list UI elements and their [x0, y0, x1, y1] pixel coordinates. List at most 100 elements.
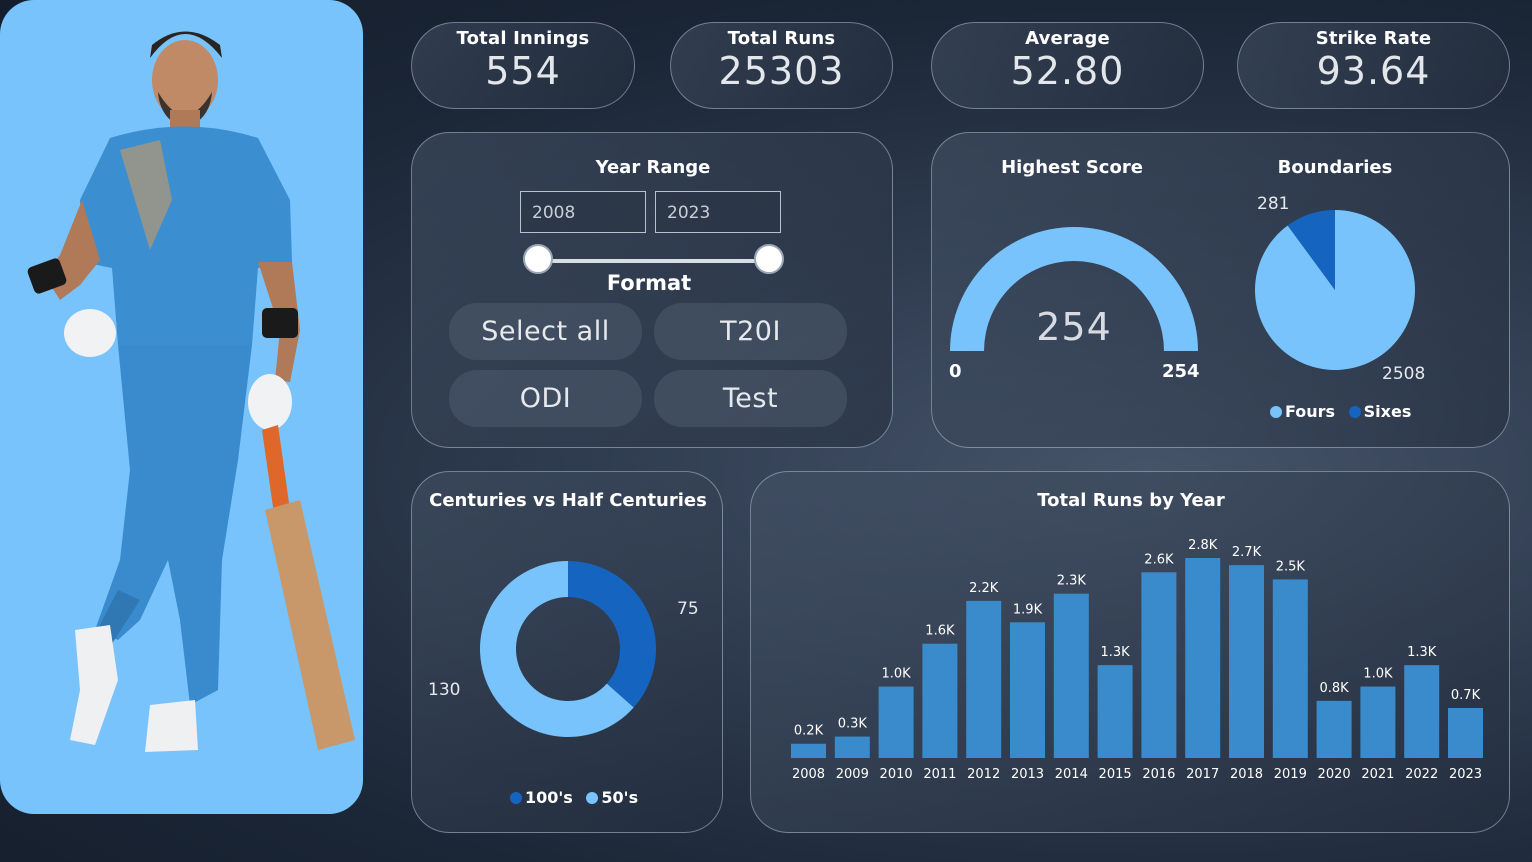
fours-legend-dot: [1270, 406, 1282, 418]
bar-data-label: 1.6K: [925, 624, 955, 639]
year-from-input[interactable]: 2008: [520, 191, 646, 233]
boundaries-legend: Fours Sixes: [1270, 402, 1419, 421]
player-photo-panel: [0, 0, 363, 814]
bar-data-label: 2.7K: [1232, 545, 1262, 560]
runs-by-year-panel: Total Runs by Year 0.2K 2008 0.3K 2009 1.0K 2…: [750, 471, 1510, 833]
filter-panel: Year Range 2008 2023 Format Select all T…: [411, 132, 893, 448]
kpi-value: 52.80: [1010, 49, 1125, 93]
bar-data-label: 0.2K: [794, 724, 824, 739]
bar-data-label: 0.3K: [838, 717, 868, 732]
bar-data-label: 0.7K: [1451, 688, 1481, 703]
x-tick-label: 2015: [1099, 767, 1132, 782]
fifties-legend-dot: [586, 792, 599, 804]
centuries-legend: 100's 50's: [510, 788, 646, 807]
bar-data-label: 2.2K: [969, 581, 999, 596]
x-tick-label: 2010: [880, 767, 913, 782]
x-tick-label: 2020: [1318, 767, 1351, 782]
bar-2010[interactable]: [878, 686, 914, 758]
hundreds-slice[interactable]: [568, 561, 656, 708]
bar-2015[interactable]: [1097, 665, 1133, 758]
kpi-label: Strike Rate: [1315, 28, 1432, 49]
x-tick-label: 2012: [967, 767, 1000, 782]
bar-data-label: 1.9K: [1013, 602, 1043, 617]
bar-2008[interactable]: [791, 743, 826, 758]
bar-2019[interactable]: [1272, 579, 1308, 758]
format-t20i-button[interactable]: T20I: [654, 303, 847, 360]
kpi-label: Total Innings: [456, 28, 590, 49]
bar-2023[interactable]: [1448, 708, 1483, 758]
bar-2011[interactable]: [922, 643, 958, 758]
x-tick-label: 2014: [1055, 767, 1088, 782]
bar-2009[interactable]: [834, 736, 870, 758]
bar-2012[interactable]: [966, 600, 1002, 758]
score-boundaries-panel: Highest Score 254 0 254 Boundaries 281 2…: [931, 132, 1510, 448]
kpi-strike-rate-card: Strike Rate 93.64: [1237, 22, 1510, 109]
boundaries-pie-chart: [1255, 210, 1415, 370]
bar-data-label: 1.3K: [1100, 645, 1130, 660]
hundreds-legend-dot: [510, 792, 522, 804]
fours-legend-label: Fours: [1285, 402, 1336, 421]
x-tick-label: 2018: [1230, 767, 1263, 782]
bar-2014[interactable]: [1053, 593, 1089, 758]
kpi-label: Total Runs: [727, 28, 836, 49]
kpi-value: 25303: [718, 49, 845, 93]
bar-2018[interactable]: [1229, 565, 1264, 758]
format-title: Format: [606, 271, 692, 295]
x-tick-label: 2016: [1142, 767, 1175, 782]
bar-data-label: 1.3K: [1407, 645, 1437, 660]
sixes-legend-label: Sixes: [1363, 402, 1412, 421]
x-tick-label: 2009: [836, 767, 869, 782]
x-tick-label: 2023: [1449, 767, 1482, 782]
fifties-legend-label: 50's: [601, 788, 639, 807]
x-tick-label: 2013: [1011, 767, 1044, 782]
centuries-title: Centuries vs Half Centuries: [429, 490, 707, 511]
kpi-total-innings-card: Total Innings 554: [411, 22, 635, 109]
bar-data-label: 2.3K: [1057, 574, 1087, 589]
hundreds-data-label: 75: [677, 599, 699, 619]
bar-data-label: 2.6K: [1144, 552, 1174, 567]
bar-data-label: 0.8K: [1319, 681, 1349, 696]
x-tick-label: 2022: [1405, 767, 1438, 782]
fifties-data-label: 130: [428, 680, 461, 700]
hundreds-legend-label: 100's: [525, 788, 573, 807]
kpi-label: Average: [1025, 28, 1110, 49]
bar-2016[interactable]: [1141, 572, 1177, 758]
bar-2013[interactable]: [1010, 622, 1045, 758]
kpi-total-runs-card: Total Runs 25303: [670, 22, 893, 109]
kpi-value: 93.64: [1316, 49, 1431, 93]
centuries-donut-chart: [480, 561, 656, 737]
sixes-data-label: 281: [1257, 194, 1290, 214]
x-tick-label: 2019: [1274, 767, 1307, 782]
format-test-button[interactable]: Test: [654, 370, 847, 427]
x-tick-label: 2008: [792, 767, 825, 782]
sixes-legend-dot: [1348, 406, 1361, 418]
boundaries-title: Boundaries: [1277, 157, 1393, 178]
gauge-max-label: 254: [1162, 361, 1200, 382]
year-range-title: Year Range: [595, 157, 711, 178]
bar-data-label: 2.5K: [1276, 559, 1306, 574]
player-image: [27, 31, 355, 752]
bar-2020[interactable]: [1316, 700, 1352, 758]
x-tick-label: 2021: [1361, 767, 1394, 782]
year-range-slider-start-handle[interactable]: [523, 244, 553, 274]
format-select-all-button[interactable]: Select all: [449, 303, 642, 360]
runs-chart-title: Total Runs by Year: [1037, 490, 1225, 511]
year-range-slider-track[interactable]: [539, 259, 769, 263]
fours-data-label: 2508: [1382, 364, 1426, 384]
bar-data-label: 1.0K: [1363, 667, 1393, 682]
format-odi-button[interactable]: ODI: [449, 370, 642, 427]
bar-data-label: 1.0K: [881, 667, 911, 682]
bar-data-label: 2.8K: [1188, 538, 1218, 553]
kpi-value: 554: [485, 49, 561, 93]
runs-by-year-bar-chart: 0.2K 2008 0.3K 2009 1.0K 2010 1.6K 2011 2.2K 2012…: [791, 538, 1483, 782]
x-tick-label: 2017: [1186, 767, 1219, 782]
year-range-slider-end-handle[interactable]: [754, 244, 784, 274]
bar-2022[interactable]: [1404, 665, 1440, 758]
bar-2017[interactable]: [1185, 558, 1221, 758]
kpi-average-card: Average 52.80: [931, 22, 1204, 109]
gauge-value: 254: [1036, 305, 1112, 349]
bar-2021[interactable]: [1360, 686, 1396, 758]
year-to-input[interactable]: 2023: [655, 191, 781, 233]
highest-score-title: Highest Score: [1001, 157, 1143, 178]
x-tick-label: 2011: [923, 767, 956, 782]
